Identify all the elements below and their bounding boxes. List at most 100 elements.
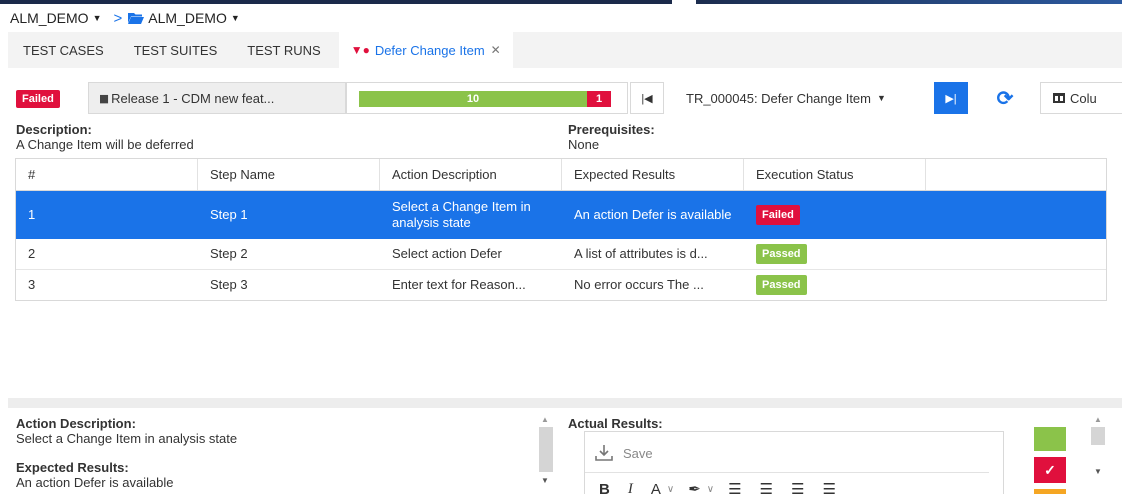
status-badge: Failed bbox=[756, 205, 800, 225]
tab-bar: TEST CASES TEST SUITES TEST RUNS ▼● Defe… bbox=[8, 32, 1122, 68]
test-suite-icon: ▮▮ bbox=[99, 92, 109, 105]
step-expected: No error occurs The ... bbox=[574, 277, 704, 292]
align-center-icon[interactable]: ☰ bbox=[760, 480, 773, 494]
progress-passed: 10 bbox=[359, 91, 587, 107]
tab-test-suites[interactable]: TEST SUITES bbox=[134, 32, 218, 68]
save-button[interactable]: Save bbox=[595, 444, 653, 462]
step-action: Select a Change Item in analysis state bbox=[392, 199, 531, 230]
align-justify-icon[interactable]: ☰ bbox=[822, 480, 835, 494]
column-header-expected[interactable]: Expected Results bbox=[562, 159, 744, 190]
description-label: Description: bbox=[16, 122, 92, 137]
bold-icon[interactable]: B bbox=[599, 481, 610, 494]
step-number: 3 bbox=[28, 277, 36, 292]
check-icon: ✓ bbox=[1044, 462, 1056, 478]
scroll-down-icon[interactable]: ▼ bbox=[537, 476, 553, 485]
test-run-toolbar: Failed ▮▮ Release 1 - CDM new feat... 10… bbox=[8, 82, 1122, 116]
italic-icon[interactable]: I bbox=[628, 481, 633, 494]
step-name: Step 1 bbox=[210, 207, 248, 222]
table-row[interactable]: 3 Step 3 Enter text for Reason... No err… bbox=[16, 270, 1106, 300]
progress-failed: 1 bbox=[587, 91, 611, 107]
tab-test-runs[interactable]: TEST RUNS bbox=[247, 32, 320, 68]
description-text: A Change Item will be deferred bbox=[16, 137, 194, 152]
step-number: 2 bbox=[28, 246, 36, 261]
step-expected: A list of attributes is d... bbox=[574, 246, 708, 261]
step-status: Passed bbox=[744, 270, 926, 300]
align-left-icon[interactable]: ☰ bbox=[728, 480, 741, 494]
chevron-down-icon[interactable]: ▼ bbox=[93, 13, 102, 23]
expected-results-text: An action Defer is available bbox=[16, 475, 174, 490]
tab-label: TEST CASES bbox=[23, 42, 104, 58]
previous-run-button[interactable]: |◀ bbox=[630, 82, 664, 114]
scroll-down-icon[interactable]: ▼ bbox=[1090, 467, 1106, 476]
scroll-up-icon[interactable]: ▲ bbox=[537, 413, 553, 427]
step-detail-panel: Action Description: Select a Change Item… bbox=[16, 416, 516, 491]
row-filler bbox=[926, 239, 1106, 269]
actual-results-label: Actual Results: bbox=[568, 416, 663, 431]
step-action: Select action Defer bbox=[392, 246, 502, 261]
actual-results-scrollbar[interactable]: ▲ ▼ bbox=[1090, 413, 1106, 494]
columns-button[interactable]: Colu bbox=[1040, 82, 1122, 114]
column-header-empty bbox=[926, 159, 1106, 190]
column-header-step-name[interactable]: Step Name bbox=[198, 159, 380, 190]
scroll-up-icon[interactable]: ▲ bbox=[1090, 413, 1106, 427]
table-row[interactable]: 1 Step 1 Select a Change Item in analysi… bbox=[16, 191, 1106, 239]
actual-results-editor[interactable]: Save B I A ∨ ✒ ∨ ☰ ☰ ☰ ☰ bbox=[584, 431, 1004, 494]
columns-label: Colu bbox=[1070, 90, 1097, 106]
skip-forward-icon: ▶| bbox=[945, 92, 957, 105]
highlight-icon[interactable]: ✒ bbox=[688, 480, 701, 494]
step-name: Step 2 bbox=[210, 246, 248, 261]
next-run-button[interactable]: ▶| bbox=[934, 82, 968, 114]
column-header-action[interactable]: Action Description bbox=[380, 159, 562, 190]
chevron-down-icon[interactable]: ∨ bbox=[667, 484, 674, 494]
row-filler bbox=[926, 191, 1106, 239]
top-accent-bar bbox=[0, 0, 1122, 4]
chevron-down-icon[interactable]: ▼ bbox=[231, 13, 240, 23]
fail-status-button[interactable]: ✓ bbox=[1034, 457, 1066, 483]
format-toolbar: B I A ∨ ✒ ∨ ☰ ☰ ☰ ☰ bbox=[599, 480, 854, 494]
status-badge: Passed bbox=[756, 275, 807, 295]
release-label: Release 1 - CDM new feat... bbox=[111, 90, 275, 106]
step-number: 1 bbox=[28, 207, 36, 222]
editor-divider bbox=[585, 472, 989, 473]
step-name: Step 3 bbox=[210, 277, 248, 292]
blocked-status-button[interactable] bbox=[1034, 489, 1066, 494]
step-status: Failed bbox=[744, 191, 926, 239]
pass-status-button[interactable] bbox=[1034, 427, 1066, 451]
action-description-label: Action Description: bbox=[16, 416, 136, 431]
top-bar-gap bbox=[672, 0, 696, 4]
prerequisites-section: Prerequisites: None bbox=[568, 122, 968, 153]
progress-bar: 10 1 bbox=[346, 82, 628, 114]
scroll-thumb[interactable] bbox=[539, 427, 553, 472]
prerequisites-label: Prerequisites: bbox=[568, 122, 655, 137]
column-header-number[interactable]: # bbox=[16, 159, 198, 190]
refresh-icon[interactable]: ⟳ bbox=[992, 86, 1018, 110]
grid-header: # Step Name Action Description Expected … bbox=[16, 159, 1106, 191]
tab-label: Defer Change Item bbox=[374, 42, 485, 58]
breadcrumb-folder[interactable]: ALM_DEMO bbox=[148, 10, 227, 26]
step-status: Passed bbox=[744, 239, 926, 269]
step-action: Enter text for Reason... bbox=[392, 277, 526, 292]
chevron-down-icon[interactable]: ∨ bbox=[707, 484, 714, 494]
columns-icon bbox=[1053, 93, 1065, 103]
table-row[interactable]: 2 Step 2 Select action Defer A list of a… bbox=[16, 239, 1106, 270]
tab-label: TEST RUNS bbox=[247, 42, 321, 58]
status-badge: Passed bbox=[756, 244, 807, 264]
expected-results-label: Expected Results: bbox=[16, 460, 129, 475]
save-label: Save bbox=[623, 445, 653, 461]
step-expected: An action Defer is available bbox=[574, 207, 732, 222]
breadcrumb-project[interactable]: ALM_DEMO bbox=[10, 10, 89, 26]
test-run-label: TR_000045: Defer Change Item bbox=[686, 90, 871, 106]
scroll-thumb[interactable] bbox=[1091, 427, 1105, 445]
test-run-selector[interactable]: TR_000045: Defer Change Item ▼ bbox=[674, 82, 924, 114]
tab-test-cases[interactable]: TEST CASES bbox=[23, 32, 104, 68]
release-selector[interactable]: ▮▮ Release 1 - CDM new feat... bbox=[88, 82, 346, 114]
align-right-icon[interactable]: ☰ bbox=[791, 480, 804, 494]
close-icon[interactable]: ✕ bbox=[491, 43, 501, 57]
panel-splitter[interactable] bbox=[8, 398, 1122, 408]
tab-defer-change-item[interactable]: ▼● Defer Change Item ✕ bbox=[338, 32, 513, 68]
detail-scrollbar[interactable]: ▲ ▼ bbox=[537, 413, 553, 494]
text-color-icon[interactable]: A bbox=[651, 481, 661, 494]
column-header-status[interactable]: Execution Status bbox=[744, 159, 926, 190]
chevron-down-icon: ▼ bbox=[877, 93, 886, 103]
action-description-text: Select a Change Item in analysis state bbox=[16, 431, 238, 446]
